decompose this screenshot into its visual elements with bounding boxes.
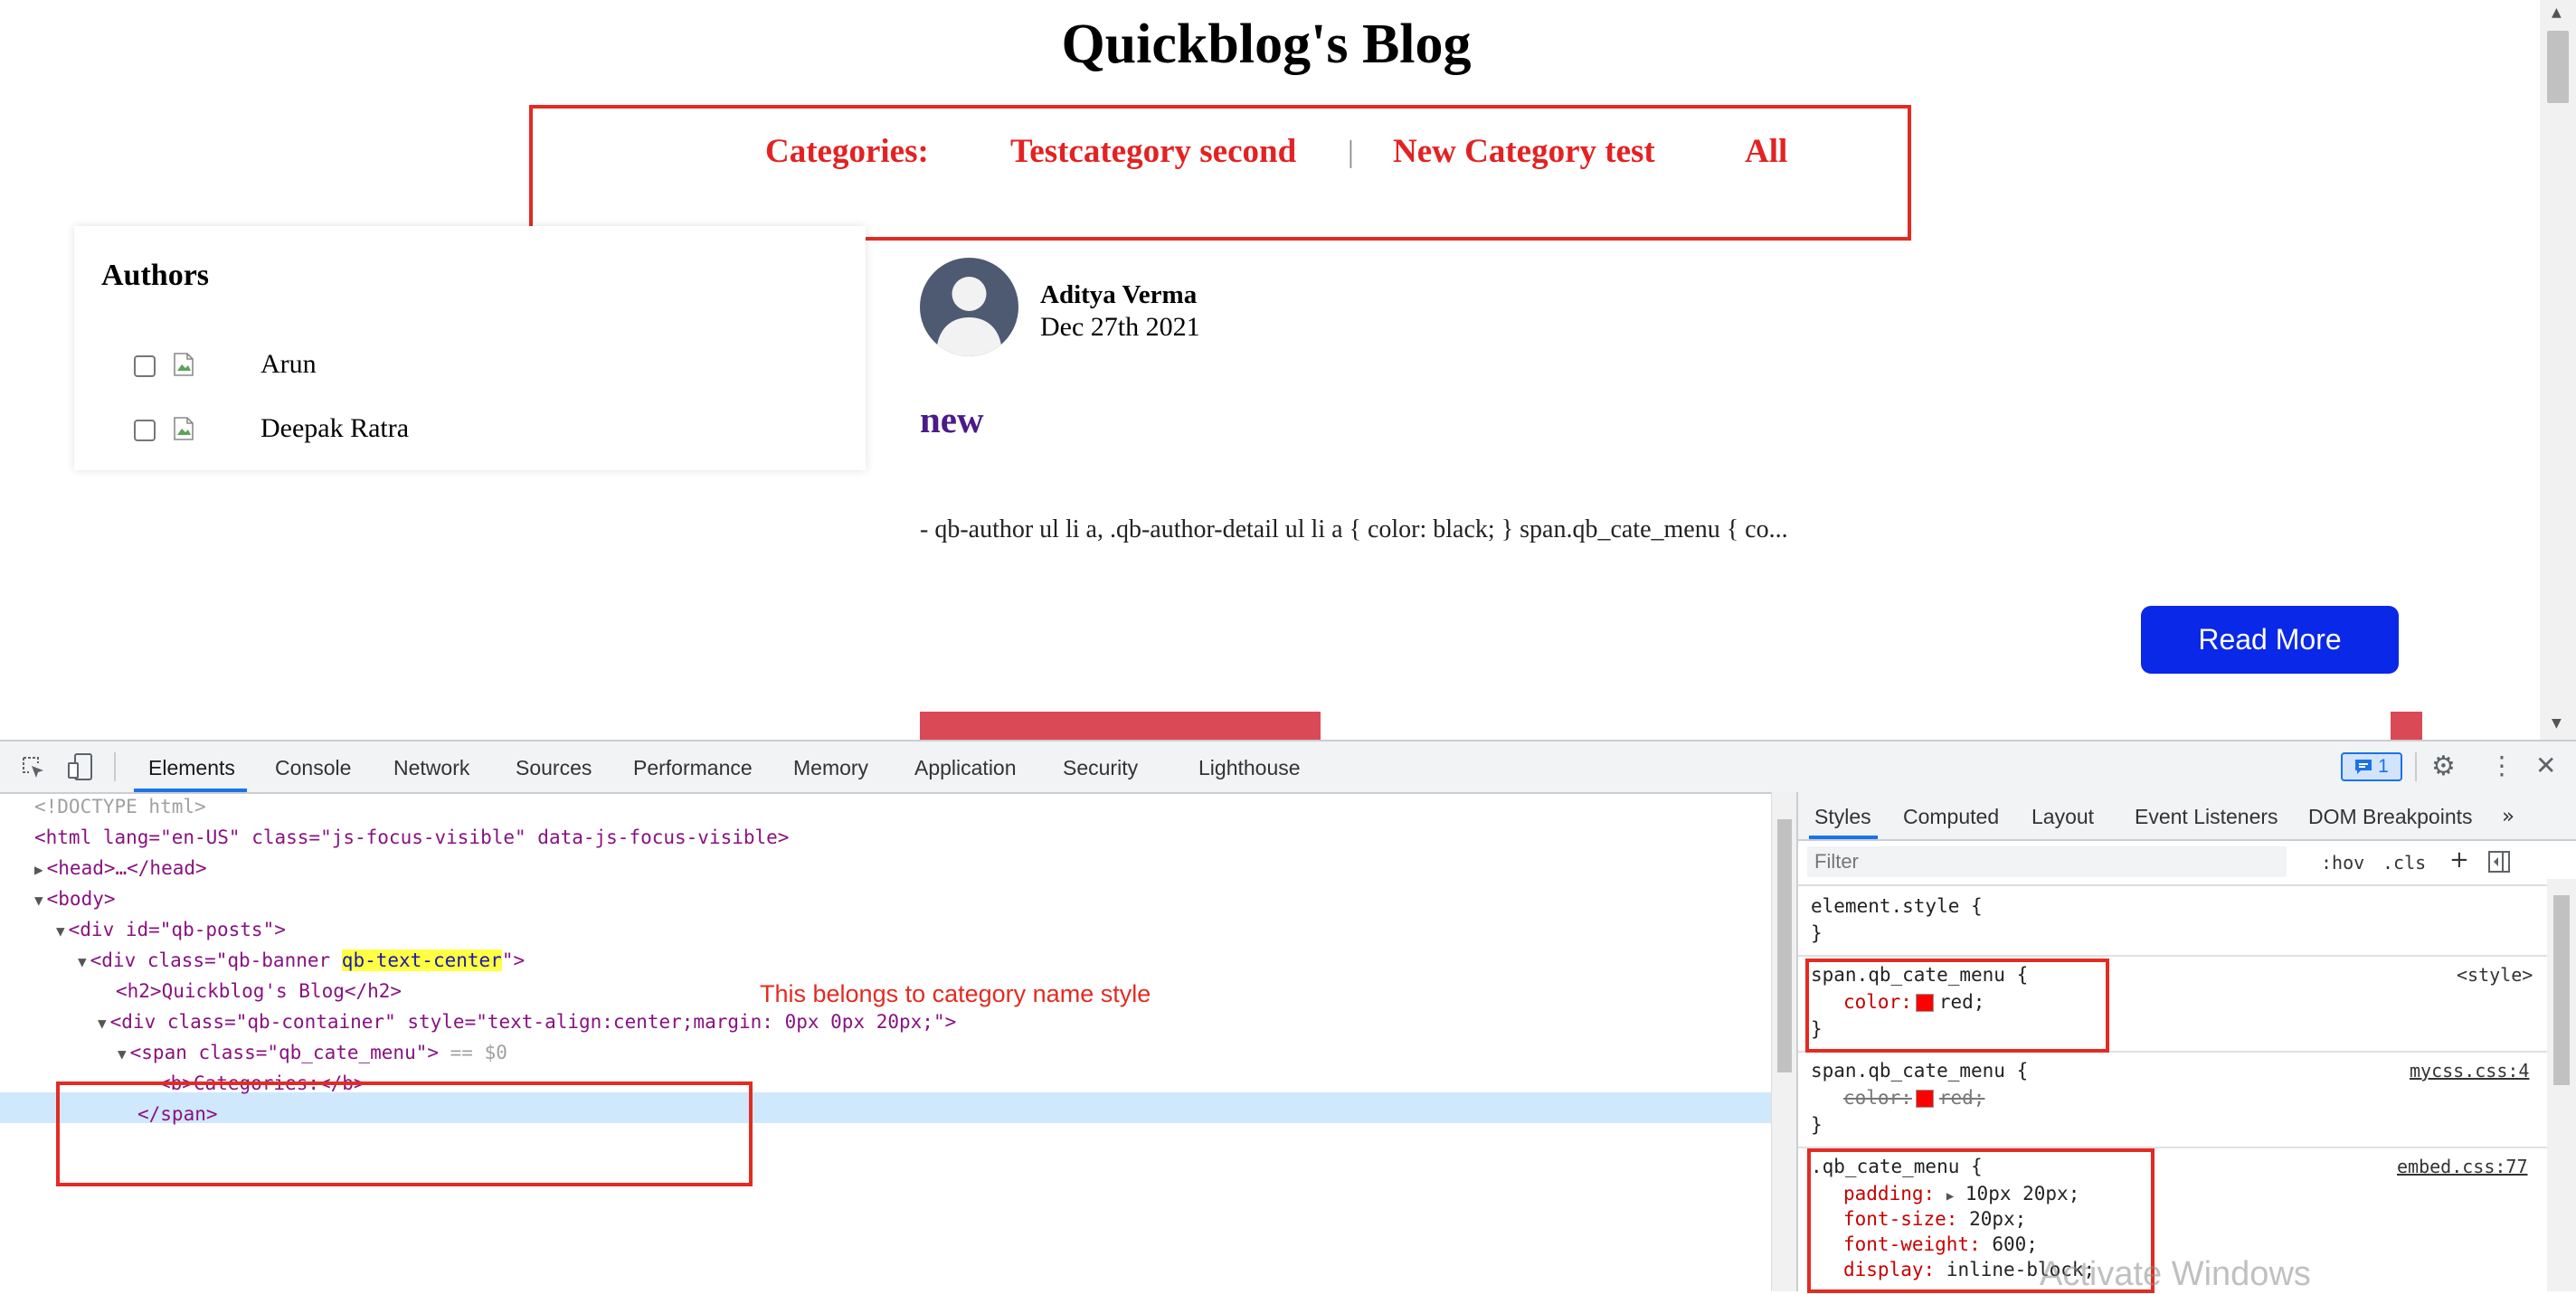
tab-styles[interactable]: Styles: [1814, 805, 1871, 829]
dom-qb-banner[interactable]: ▼ <div class="qb-banner qb-text-center">: [78, 949, 525, 971]
tab-network[interactable]: Network: [393, 756, 469, 780]
blog-title: Quickblog's Blog: [1061, 14, 1472, 75]
tab-layout[interactable]: Layout: [2031, 805, 2094, 829]
rule2-declaration[interactable]: color: red;: [1843, 1087, 1984, 1109]
dom-html[interactable]: <html lang="en-US" class="js-focus-visib…: [34, 826, 789, 848]
dom-tree-pane: <!DOCTYPE html> <html lang="en-US" class…: [0, 792, 1771, 1291]
post-author[interactable]: Aditya Verma: [1040, 280, 1197, 310]
tab-computed[interactable]: Computed: [1903, 805, 1999, 829]
device-toolbar-icon[interactable]: [67, 752, 94, 781]
category-link-new-category-test[interactable]: New Category test: [1393, 132, 1655, 171]
issues-badge[interactable]: 1: [2341, 752, 2402, 781]
tab-elements[interactable]: Elements: [148, 756, 235, 780]
rule1-source[interactable]: <style>: [2457, 964, 2533, 986]
styles-scrollbar[interactable]: [2547, 879, 2576, 1291]
dom-annotation-box: [56, 1081, 753, 1186]
dom-head[interactable]: ▶ <head>…</head>: [34, 857, 207, 879]
red-color-swatch[interactable]: [1915, 1090, 1934, 1108]
blog-page: Quickblog's Blog Categories: Testcategor…: [0, 0, 2576, 740]
dom-doctype[interactable]: <!DOCTYPE html>: [34, 796, 206, 817]
post-date: Dec 27th 2021: [1040, 312, 1200, 342]
inspect-element-icon[interactable]: [20, 754, 47, 781]
rule2-source[interactable]: mycss.css:4: [2410, 1060, 2529, 1081]
new-rule-icon[interactable]: +: [2449, 846, 2469, 874]
rule2-selector[interactable]: span.qb_cate_menu {: [1811, 1060, 2028, 1081]
page-scroll-thumb[interactable]: [2547, 31, 2569, 103]
tab-security[interactable]: Security: [1063, 756, 1138, 780]
dom-scrollbar[interactable]: [1771, 792, 1797, 1291]
author-name: Deepak Ratra: [260, 413, 410, 443]
more-options-icon[interactable]: ⋮: [2489, 751, 2514, 780]
tab-memory[interactable]: Memory: [793, 756, 868, 780]
element-style-rule[interactable]: element.style {: [1811, 895, 1983, 917]
devtools-panel: Elements Console Network Sources Perform…: [0, 740, 2576, 1293]
devtools-tabbar: Elements Console Network Sources Perform…: [0, 741, 2576, 794]
gear-icon[interactable]: ⚙: [2431, 751, 2456, 782]
styles-filter-input[interactable]: Filter: [1807, 846, 2287, 877]
broken-image-icon: [174, 417, 194, 440]
activate-windows-watermark: Activate Windows: [2040, 1255, 2311, 1293]
more-tabs-icon[interactable]: »: [2502, 805, 2514, 828]
next-post-badge: [2391, 712, 2422, 740]
tab-application[interactable]: Application: [914, 756, 1017, 780]
collapse-triangle-icon[interactable]: ▼: [34, 892, 43, 909]
tab-dom-breakpoints[interactable]: DOM Breakpoints: [2308, 805, 2473, 829]
styles-tabbar: Styles Computed Layout Event Listeners D…: [1798, 792, 2576, 841]
tab-event-listeners[interactable]: Event Listeners: [2135, 805, 2278, 829]
hover-state-toggle[interactable]: :hov: [2321, 852, 2364, 874]
page-scrollbar[interactable]: ▲ ▼: [2540, 0, 2576, 740]
category-separator: |: [1348, 136, 1354, 169]
rule3-source[interactable]: embed.css:77: [2397, 1156, 2528, 1177]
close-icon[interactable]: ✕: [2535, 751, 2556, 780]
rule-close-brace: }: [1811, 922, 1823, 944]
category-link-testcategory-second[interactable]: Testcategory second: [1010, 132, 1296, 171]
collapse-triangle-icon[interactable]: ▼: [56, 922, 65, 940]
rule-close-brace: }: [1811, 1114, 1823, 1136]
scroll-down-icon[interactable]: ▼: [2552, 716, 2562, 731]
annotation-note: This belongs to category name style: [760, 980, 1151, 1007]
author-avatar: [920, 258, 1018, 356]
issues-count: 1: [2378, 756, 2389, 777]
dom-scroll-thumb[interactable]: [1777, 819, 1792, 1072]
rule-divider: [1798, 955, 2576, 957]
post-excerpt: - qb-author ul li a, .qb-author-detail u…: [920, 515, 1788, 543]
styles-scroll-thumb[interactable]: [2553, 895, 2570, 1085]
styles-filter-row: Filter :hov .cls +: [1798, 839, 2576, 886]
dom-h2[interactable]: <h2>Quickblog's Blog</h2>: [116, 980, 402, 1002]
tab-sources[interactable]: Sources: [516, 756, 592, 780]
author-checkbox[interactable]: [134, 355, 156, 377]
category-link-all[interactable]: All: [1745, 132, 1787, 171]
styles-pane: Styles Computed Layout Event Listeners D…: [1796, 792, 2576, 1293]
authors-panel: Authors Arun Deepak Ratra: [74, 226, 866, 470]
collapse-triangle-icon[interactable]: ▼: [78, 953, 87, 970]
authors-title: Authors: [101, 259, 210, 292]
categories-label: Categories:: [765, 133, 929, 170]
broken-image-icon: [174, 353, 194, 376]
message-icon: [2355, 760, 2372, 774]
dom-qb-posts[interactable]: ▼ <div id="qb-posts">: [56, 919, 286, 940]
next-post-image: [920, 712, 1321, 740]
collapse-triangle-icon[interactable]: ▼: [98, 1015, 107, 1032]
expand-triangle-icon[interactable]: ▶: [34, 861, 43, 878]
tab-lighthouse[interactable]: Lighthouse: [1198, 756, 1301, 780]
author-name: Arun: [260, 349, 317, 379]
rule1-annotation-box: [1805, 959, 2109, 1053]
dom-span-cate-menu[interactable]: ▼ <span class="qb_cate_menu"> == $0: [118, 1042, 507, 1063]
read-more-button[interactable]: Read More: [2141, 606, 2399, 674]
author-checkbox[interactable]: [134, 420, 156, 441]
class-toggle[interactable]: .cls: [2382, 852, 2426, 874]
dom-qb-container[interactable]: ▼ <div class="qb-container" style="text-a…: [98, 1011, 956, 1033]
sidebar-toggle-icon[interactable]: [2487, 850, 2511, 874]
dom-body[interactable]: ▼ <body>: [34, 888, 116, 910]
toolbar-divider: [114, 752, 116, 781]
toolbar-divider: [2415, 752, 2417, 781]
scroll-up-icon[interactable]: ▲: [2552, 5, 2562, 20]
collapse-triangle-icon[interactable]: ▼: [118, 1045, 127, 1063]
post-title[interactable]: new: [920, 398, 984, 441]
category-annotation-box: [529, 105, 1911, 241]
user-silhouette-icon: [936, 277, 1002, 356]
tab-performance[interactable]: Performance: [633, 756, 753, 780]
tab-console[interactable]: Console: [275, 756, 351, 780]
